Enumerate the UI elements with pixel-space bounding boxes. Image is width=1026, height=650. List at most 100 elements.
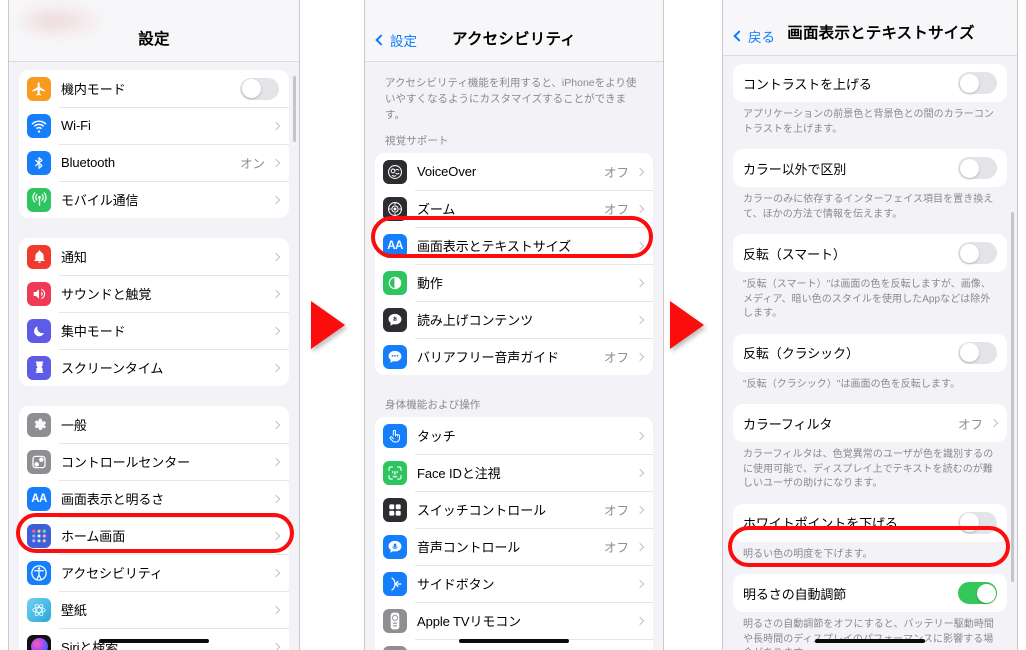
wifi-icon [27,113,51,138]
chevron-right-icon [271,121,281,130]
sidebar-item-label: 画面表示と明るさ [61,492,165,507]
list-item-label: Apple TVリモコン [417,614,522,630]
scrollbar-settings[interactable] [293,76,296,142]
setting-label: ホワイトポイントを下げる [743,516,898,531]
increase-contrast-footer: アプリケーションの前景色と背景色との間のカラーコントラストを上げます。 [743,109,994,135]
reduce-white-point-row[interactable]: ホワイトポイントを下げる [733,504,1007,542]
accessibility-group-vision: VoiceOver オフ ズーム オフ AA 画面表示とテキストサイズ 動作 あ… [375,153,653,376]
chevron-right-icon [635,204,645,213]
chevron-right-icon [635,278,645,287]
list-item-label: Face IDと注視 [417,466,501,482]
airplane-mode-toggle[interactable] [240,77,279,100]
color-filters-row[interactable]: カラーフィルタ オフ [733,404,1007,442]
sidebar-item-control-center[interactable]: コントロールセンター [19,443,289,480]
chevron-right-icon [271,605,281,614]
setting-label: コントラストを上げる [743,76,872,92]
classic-invert-row[interactable]: 反転（クラシック） [733,334,1007,372]
chevron-right-icon [635,352,645,361]
back-button-label: 設定 [390,34,417,49]
accessibility-group-physical: タッチ Face IDと注視 スイッチコントロール オフ 音声コントロール オフ… [375,417,653,650]
list-item-label: スイッチコントロール [417,503,547,519]
display-navbar: 戻る 画面表示とテキストサイズ [723,0,1017,56]
sidebar-item-bluetooth[interactable]: Bluetooth オン [19,144,289,181]
list-item-touch[interactable]: タッチ [375,417,653,454]
differentiate-without-color-toggle[interactable] [958,157,997,179]
chevron-left-icon [733,30,745,42]
settings-navbar: 設定 [9,0,299,62]
siri-icon [27,634,51,650]
list-item-display-text-size[interactable]: AA 画面表示とテキストサイズ [375,227,653,264]
home-indicator [459,638,569,643]
setting-label: 反転（クラシック） [743,346,859,361]
speaker-icon [27,281,51,306]
sidebar-item-accessibility[interactable]: アクセシビリティ [19,554,289,591]
aa-icon: AA [27,486,51,511]
list-item-motion[interactable]: 動作 [375,264,653,301]
back-button[interactable]: 戻る [733,26,775,46]
chevron-right-icon [271,420,281,429]
smart-invert-toggle[interactable] [958,242,997,264]
row-smart-invert: 反転（スマート） [733,234,1007,272]
chevron-right-icon [635,241,645,250]
sidebar-item-label: 機内モード [61,82,126,97]
svg-text:あ: あ [393,315,398,322]
sidebar-item-wifi[interactable]: Wi-Fi [19,107,289,144]
display-scroll-area[interactable]: コントラストを上げる アプリケーションの前景色と背景色との間のカラーコントラスト… [723,56,1017,650]
row-reduce-white-point: ホワイトポイントを下げる [733,503,1007,542]
color-filters-footer: カラーフィルタは、色覚異常のユーザが色を識別するのに使用可能で、ディスプレイ上で… [743,449,994,489]
increase-contrast-toggle[interactable] [958,72,997,94]
settings-group-notifications: 通知 サウンドと触覚 集中モード スクリーンタイム [19,238,289,386]
sidebar-item-focus[interactable]: 集中モード [19,312,289,349]
page-title: 画面表示とテキストサイズ [787,25,975,42]
list-item-audio-descriptions[interactable]: バリアフリー音声ガイド オフ [375,338,653,375]
auto-brightness-row[interactable]: 明るさの自動調節 [733,574,1007,612]
list-item-switch-control[interactable]: スイッチコントロール オフ [375,491,653,528]
switch-control-icon [383,497,407,522]
sidebar-item-general[interactable]: 一般 [19,406,289,443]
arrow-accessibility-to-display [670,301,704,349]
list-item-voice-control[interactable]: 音声コントロール オフ [375,528,653,565]
list-item-voiceover[interactable]: VoiceOver オフ [375,153,653,190]
phone-panel-display-text-size: 戻る 画面表示とテキストサイズ コントラストを上げる アプリケーションの前景色と… [722,0,1018,650]
scrollbar-display[interactable] [1011,212,1014,582]
sidebar-item-display-brightness[interactable]: AA 画面表示と明るさ [19,480,289,517]
keyboard-icon [383,645,407,650]
sidebar-item-label: 一般 [61,418,87,433]
list-item-faceid-attention[interactable]: Face IDと注視 [375,454,653,491]
accessibility-scroll-area[interactable]: アクセシビリティ機能を利用すると、iPhoneをより使いやすくなるようにカスタマ… [365,62,663,650]
page-title: 設定 [138,31,170,48]
list-item-side-button[interactable]: サイドボタン [375,565,653,602]
sidebar-item-label: コントロールセンター [61,455,191,470]
sidebar-item-screen-time[interactable]: スクリーンタイム [19,349,289,386]
list-item-apple-tv-remote[interactable]: Apple TVリモコン [375,602,653,639]
list-item-label: 画面表示とテキストサイズ [417,239,572,255]
aa-icon: AA [383,233,407,258]
sidebar-item-airplane-mode[interactable]: 機内モード [19,70,289,107]
bell-icon [27,244,51,269]
auto-brightness-toggle[interactable] [958,582,997,604]
settings-scroll-area[interactable]: 機内モード Wi-Fi Bluetooth オン モバイル通信 通知 サウンドと… [9,62,299,650]
sidebar-item-notifications[interactable]: 通知 [19,238,289,275]
reduce-white-point-toggle[interactable] [958,511,997,534]
classic-invert-toggle[interactable] [958,341,997,364]
spoken-content-icon: あ [383,307,407,332]
list-item-value: オフ [603,351,629,366]
sidebar-item-label: アクセシビリティ [61,566,163,581]
list-item-zoom[interactable]: ズーム オフ [375,190,653,227]
smart-invert-row[interactable]: 反転（スマート） [733,234,1007,272]
classic-invert-footer: "反転（クラシック）"は画面の色を反転します。 [743,378,961,390]
sidebar-item-wallpaper[interactable]: 壁紙 [19,591,289,628]
airplane-icon [27,76,51,101]
sidebar-item-home-screen[interactable]: ホーム画面 [19,517,289,554]
back-button[interactable]: 設定 [375,30,417,50]
phone-panel-settings: 設定 機内モード Wi-Fi Bluetooth オン モバイル通信 通知 サウ… [8,0,300,650]
setting-label: カラー以外で区別 [743,161,847,177]
zoom-icon [383,196,407,221]
list-item-label: 音声コントロール [417,540,521,556]
differentiate-without-color-row[interactable]: カラー以外で区別 [733,149,1007,187]
list-item-label: バリアフリー音声ガイド [417,350,559,366]
sidebar-item-sounds-haptics[interactable]: サウンドと触覚 [19,275,289,312]
sidebar-item-cellular[interactable]: モバイル通信 [19,181,289,218]
list-item-spoken-content[interactable]: あ 読み上げコンテンツ [375,301,653,338]
increase-contrast-row[interactable]: コントラストを上げる [733,64,1007,102]
